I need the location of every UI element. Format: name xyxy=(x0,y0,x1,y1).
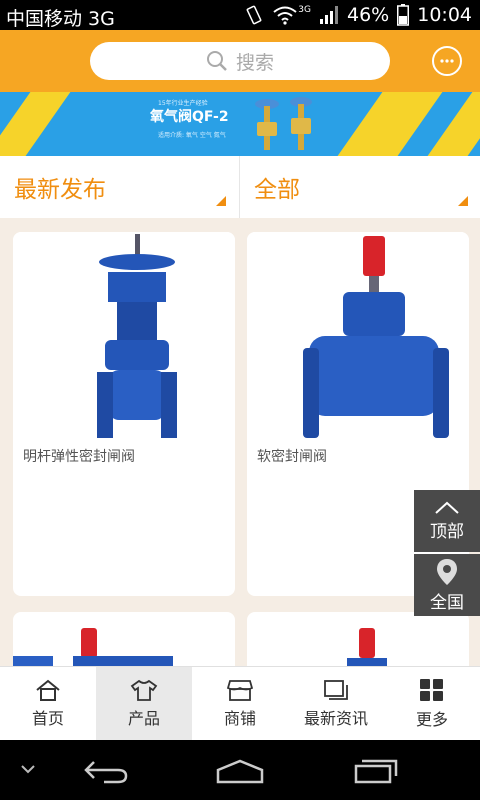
location-pin-icon xyxy=(437,558,457,585)
signal-icon xyxy=(320,6,338,24)
tab-label: 首页 xyxy=(31,709,64,728)
home-icon xyxy=(36,679,60,701)
network-type: 3G xyxy=(298,5,311,15)
dropdown-corner-icon xyxy=(458,196,468,206)
search-icon xyxy=(206,51,227,71)
news-icon xyxy=(324,680,348,700)
grid-icon xyxy=(420,679,443,701)
shop-icon xyxy=(226,680,254,701)
promo-banner[interactable]: 15年行业生产经验 氧气阀QF-2 适用介质: 氧气 空气 氮气 xyxy=(0,92,480,156)
vibrate-icon xyxy=(246,5,262,25)
clock: 10:04 xyxy=(417,4,472,26)
chevron-up-icon xyxy=(435,501,459,514)
banner-stripe xyxy=(337,92,443,156)
tab-home[interactable]: 首页 xyxy=(0,667,96,741)
back-icon[interactable] xyxy=(82,758,130,784)
product-grid: 明杆弹性密封闸阀 软密封闸阀 xyxy=(0,218,480,666)
shirt-icon xyxy=(130,679,158,701)
product-card[interactable] xyxy=(247,612,469,666)
tab-label: 产品 xyxy=(127,709,160,728)
chevron-down-icon[interactable] xyxy=(20,764,36,774)
tab-shops[interactable]: 商铺 xyxy=(192,667,288,741)
tab-more[interactable]: 更多 xyxy=(384,667,480,741)
banner-sub-note: 适用介质: 氧气 空气 氮气 xyxy=(158,132,226,139)
back-to-top-label: 顶部 xyxy=(430,521,464,542)
sort-dropdown[interactable]: 最新发布 xyxy=(14,156,238,218)
gate-valve-image xyxy=(303,236,449,438)
battery-icon xyxy=(397,4,410,26)
bottom-tab-bar: 首页 产品 商铺 最新资讯 更多 xyxy=(0,666,480,741)
product-image xyxy=(247,232,469,438)
product-image xyxy=(13,232,235,438)
region-label: 全国 xyxy=(430,592,464,613)
search-box[interactable]: 搜索 xyxy=(90,42,390,80)
product-card[interactable]: 明杆弹性密封闸阀 xyxy=(13,232,235,596)
gate-valve-image xyxy=(97,234,177,438)
wifi-icon xyxy=(273,6,297,25)
category-dropdown[interactable]: 全部 xyxy=(254,156,468,218)
banner-title: 氧气阀QF-2 xyxy=(150,109,229,125)
header: 搜索 xyxy=(0,30,480,92)
filter-bar: 最新发布 全部 xyxy=(0,156,480,219)
message-button[interactable] xyxy=(432,46,462,76)
product-image xyxy=(347,628,387,666)
home-nav-icon[interactable] xyxy=(214,758,266,784)
chat-bubble-icon xyxy=(440,59,454,63)
filter-divider xyxy=(239,156,240,218)
carrier-label: 中国移动 3G xyxy=(6,8,115,30)
recent-apps-icon[interactable] xyxy=(352,758,400,784)
tab-products[interactable]: 产品 xyxy=(96,667,192,741)
search-placeholder: 搜索 xyxy=(235,51,274,74)
oxygen-valve-image xyxy=(255,97,312,150)
product-image xyxy=(13,628,173,666)
sort-label: 最新发布 xyxy=(14,177,106,203)
product-name: 软密封闸阀 xyxy=(257,449,327,465)
region-button[interactable]: 全国 xyxy=(414,554,480,616)
product-name: 明杆弹性密封闸阀 xyxy=(23,449,135,465)
tab-label: 最新资讯 xyxy=(303,709,368,728)
battery-percent: 46% xyxy=(347,4,390,26)
dropdown-corner-icon xyxy=(216,196,226,206)
system-nav-bar xyxy=(0,740,480,800)
product-card[interactable] xyxy=(13,612,235,666)
status-bar: 中国移动 3G 3G 46% 10:04 xyxy=(0,0,480,30)
back-to-top-button[interactable]: 顶部 xyxy=(414,490,480,552)
tab-label: 商铺 xyxy=(223,709,256,728)
banner-stripe xyxy=(0,92,71,156)
category-label: 全部 xyxy=(254,177,300,203)
tab-news[interactable]: 最新资讯 xyxy=(288,667,384,741)
tab-label: 更多 xyxy=(415,710,448,729)
status-icons: 3G 46% 10:04 xyxy=(244,4,472,26)
